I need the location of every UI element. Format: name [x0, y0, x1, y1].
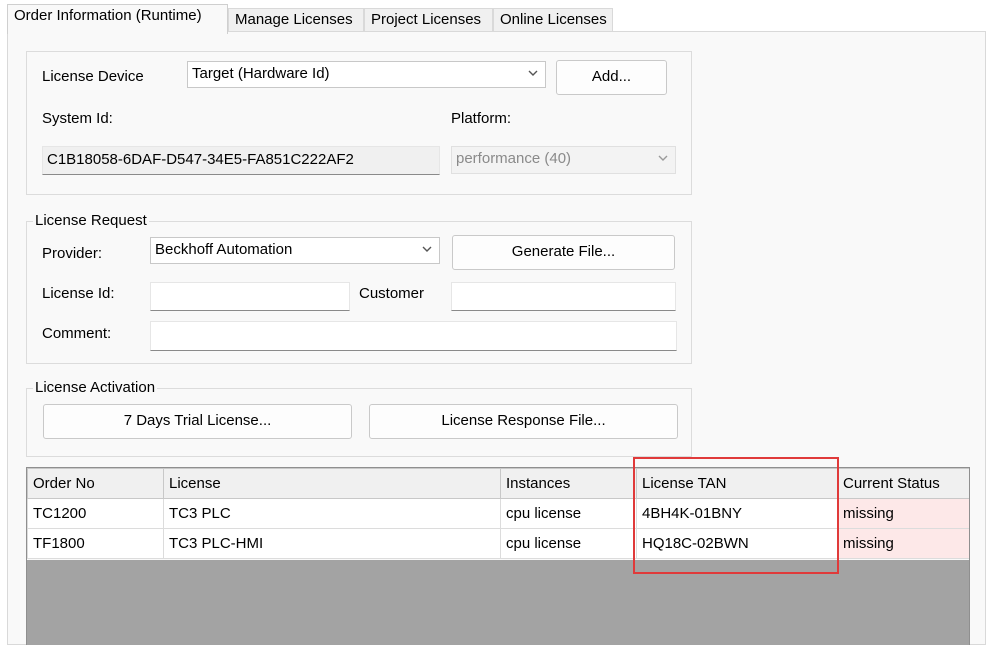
- license-device-label: License Device: [42, 68, 144, 85]
- tab-manage-licenses[interactable]: Manage Licenses: [228, 8, 364, 32]
- table-header-row: Order No License Instances License TAN C…: [27, 468, 970, 499]
- column-header-current-status[interactable]: Current Status: [837, 468, 970, 499]
- license-cell: TC3 PLC-HMI: [163, 528, 501, 559]
- license-device-value: Target (Hardware Id): [192, 65, 330, 82]
- column-header-license[interactable]: License: [163, 468, 501, 499]
- column-header-order-no[interactable]: Order No: [27, 468, 164, 499]
- chevron-down-icon: [528, 70, 538, 76]
- license-request-title: License Request: [33, 212, 149, 229]
- trial-license-button[interactable]: 7 Days Trial License...: [43, 404, 352, 439]
- license-response-file-button[interactable]: License Response File...: [369, 404, 678, 439]
- platform-select[interactable]: performance (40): [451, 146, 676, 174]
- instances-cell: cpu license: [500, 498, 637, 529]
- chevron-down-icon: [422, 246, 432, 252]
- tab-order-information[interactable]: Order Information (Runtime): [7, 4, 228, 34]
- status-cell: missing: [837, 528, 970, 559]
- chevron-down-icon: [658, 155, 668, 161]
- license-tan-cell: 4BH4K-01BNY: [636, 498, 838, 529]
- system-id-label: System Id:: [42, 110, 113, 127]
- add-button[interactable]: Add...: [556, 60, 667, 95]
- license-device-select[interactable]: Target (Hardware Id): [187, 61, 546, 88]
- license-id-label: License Id:: [42, 285, 115, 302]
- generate-file-button[interactable]: Generate File...: [452, 235, 675, 270]
- tab-project-licenses[interactable]: Project Licenses: [364, 8, 493, 32]
- provider-label: Provider:: [42, 245, 103, 262]
- license-tan-cell: HQ18C-02BWN: [636, 528, 838, 559]
- table-empty-area: [27, 560, 969, 645]
- table-row[interactable]: TC1200 TC3 PLC cpu license 4BH4K-01BNY m…: [27, 498, 970, 529]
- comment-field[interactable]: [150, 321, 677, 351]
- license-activation-title: License Activation: [33, 379, 158, 396]
- column-header-license-tan[interactable]: License TAN: [636, 468, 838, 499]
- table-row[interactable]: TF1800 TC3 PLC-HMI cpu license HQ18C-02B…: [27, 528, 970, 559]
- status-cell: missing: [837, 498, 970, 529]
- license-cell: TC3 PLC: [163, 498, 501, 529]
- license-id-field[interactable]: [150, 282, 350, 311]
- column-header-instances[interactable]: Instances: [500, 468, 637, 499]
- license-table: Order No License Instances License TAN C…: [27, 468, 970, 559]
- order-no-cell: TC1200: [27, 498, 164, 529]
- tab-online-licenses[interactable]: Online Licenses: [493, 8, 613, 32]
- system-id-field[interactable]: C1B18058-6DAF-D547-34E5-FA851C222AF2: [42, 146, 440, 175]
- customer-label: Customer: [359, 285, 425, 302]
- provider-value: Beckhoff Automation: [155, 241, 293, 258]
- customer-field[interactable]: [451, 282, 676, 311]
- platform-value: performance (40): [456, 150, 572, 167]
- order-no-cell: TF1800: [27, 528, 164, 559]
- platform-label: Platform:: [451, 110, 512, 127]
- provider-select[interactable]: Beckhoff Automation: [150, 237, 440, 264]
- instances-cell: cpu license: [500, 528, 637, 559]
- comment-label: Comment:: [42, 325, 112, 342]
